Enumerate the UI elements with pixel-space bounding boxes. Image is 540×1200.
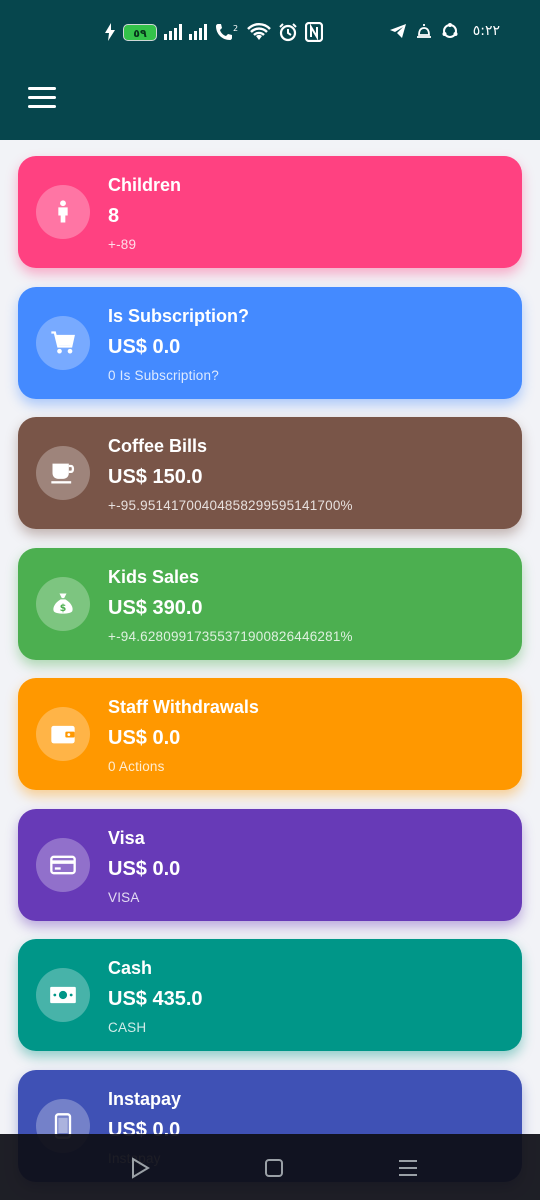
- money-bag-icon: $: [53, 593, 73, 614]
- card-icon-circle: [36, 837, 90, 892]
- dashboard-card-visa[interactable]: Visa US$ 0.0 VISA: [18, 808, 522, 921]
- charging-icon: [105, 23, 115, 41]
- nfc-icon: [305, 22, 323, 42]
- status-bar: ٥٩ 2 ٥:٢٢: [0, 18, 540, 52]
- coffee-cup-icon: [51, 463, 75, 484]
- card-title: Staff Withdrawals: [108, 697, 259, 717]
- signal-icon: [164, 24, 182, 40]
- wallet-icon: [51, 725, 75, 744]
- card-title: Children: [108, 175, 182, 195]
- card-title: Visa: [108, 827, 145, 848]
- home-square-icon[interactable]: [262, 1156, 286, 1180]
- card-title: Instapay: [108, 1088, 182, 1109]
- card-icon-circle: [36, 446, 90, 500]
- card-title: Coffee Bills: [108, 436, 208, 456]
- child-icon: [58, 200, 68, 223]
- card-icon-circle: [36, 968, 90, 1022]
- card-subtitle: VISA: [108, 889, 140, 905]
- card-icon-circle: [36, 707, 90, 761]
- dashboard-card-list: Children 8 +-89 Is Subscription? US$ 0.0 0 Is…: [18, 156, 522, 1200]
- status-left: ٥٩ 2: [104, 22, 323, 42]
- card-subtitle: +-95.95141700404858299595141700%: [108, 498, 353, 513]
- back-triangle-icon[interactable]: [128, 1156, 152, 1180]
- card-subtitle: 0 Actions: [108, 759, 165, 774]
- clock: ٥:٢٢: [472, 23, 500, 39]
- card-value: US$ 435.0: [108, 988, 203, 1010]
- dashboard-card-coffee-bills[interactable]: Coffee Bills US$ 150.0 +-95.95141700404858…: [18, 417, 522, 529]
- system-navigation-bar: [0, 1134, 540, 1200]
- card-value: US$ 150.0: [108, 466, 203, 488]
- dashboard-card-kids-sales[interactable]: $ Kids Sales US$ 390.0 +-94.628099173553719…: [18, 547, 522, 660]
- telegram-icon: [389, 24, 406, 38]
- dashboard-card-is-subscription[interactable]: Is Subscription? US$ 0.0 0 Is Subscription…: [18, 286, 522, 399]
- card-value: US$ 0.0: [108, 857, 181, 880]
- svg-text:2: 2: [233, 24, 238, 33]
- battery-indicator: ٥٩: [123, 23, 157, 41]
- sync-icon: [442, 23, 458, 38]
- card-value: 8: [108, 205, 120, 227]
- card-value: US$ 0.0: [108, 335, 181, 358]
- dashboard-card-staff-withdrawals[interactable]: Staff Withdrawals US$ 0.0 0 Actions: [18, 678, 522, 790]
- credit-card-icon: [50, 855, 76, 874]
- volte-call-icon: 2: [216, 24, 238, 40]
- banknote-icon: [50, 986, 76, 1004]
- card-subtitle: CASH: [108, 1020, 147, 1035]
- card-icon-circle: [36, 315, 90, 370]
- status-right: ٥:٢٢: [389, 22, 500, 40]
- card-value: US$ 390.0: [108, 596, 203, 619]
- card-subtitle: +-89: [108, 237, 137, 252]
- card-value: US$ 0.0: [108, 727, 181, 749]
- card-icon-circle: $: [36, 576, 90, 631]
- card-title: Is Subscription?: [108, 305, 250, 326]
- recents-menu-icon[interactable]: [396, 1156, 420, 1180]
- card-subtitle: +-94.62809917355371900826446281%: [108, 628, 353, 644]
- dashboard-card-cash[interactable]: Cash US$ 435.0 CASH: [18, 939, 522, 1051]
- card-icon-circle: [36, 185, 90, 239]
- notification-bell-icon: [416, 24, 431, 38]
- dashboard-card-children[interactable]: Children 8 +-89: [18, 156, 522, 268]
- hamburger-menu-icon[interactable]: [28, 87, 56, 109]
- app-bar: ٥٩ 2 ٥:٢٢: [0, 0, 540, 140]
- wifi-icon: [247, 23, 271, 40]
- card-subtitle: 0 Is Subscription?: [108, 367, 219, 383]
- signal-icon: [189, 24, 207, 40]
- svg-text:$: $: [60, 603, 67, 614]
- alarm-icon: [279, 23, 297, 42]
- card-title: Cash: [108, 958, 153, 978]
- cart-icon: [51, 330, 75, 353]
- card-title: Kids Sales: [108, 566, 200, 587]
